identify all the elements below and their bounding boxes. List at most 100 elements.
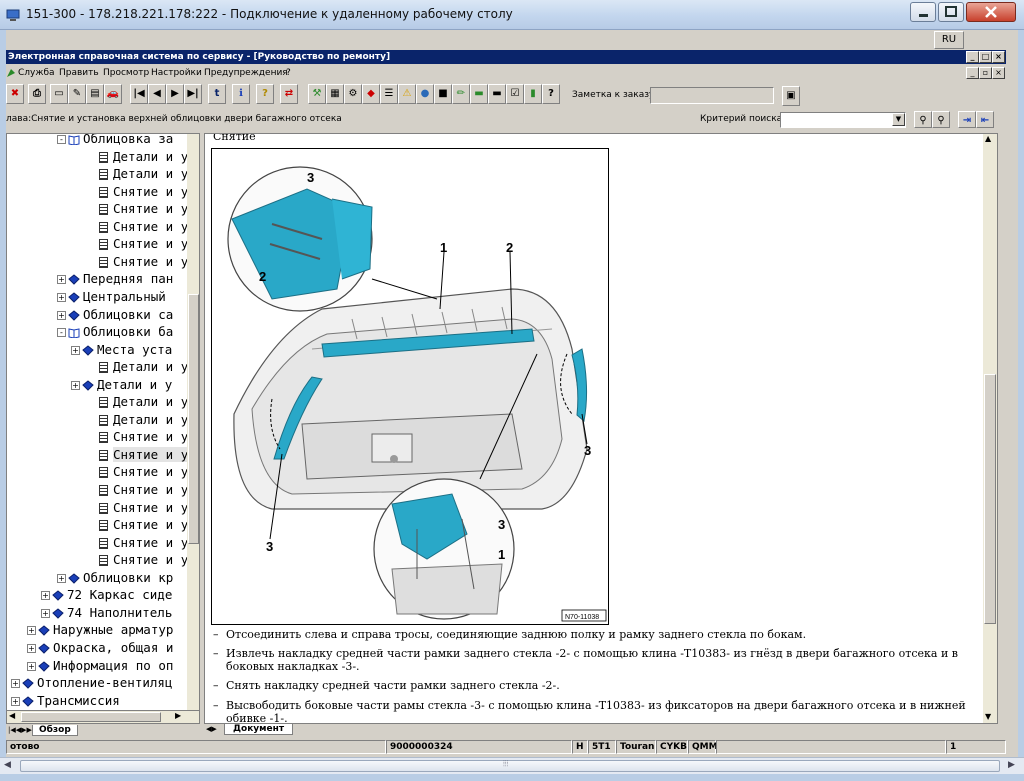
tool-warning-button[interactable]: ⚠ xyxy=(398,84,416,104)
collapse-icon[interactable]: - xyxy=(57,328,66,338)
tree-item[interactable]: Снятие и у xyxy=(99,218,188,235)
app-maximize-button[interactable]: □ xyxy=(979,51,992,63)
menu-settings[interactable]: Настройки xyxy=(151,68,202,78)
tool-car2-button[interactable]: ▬ xyxy=(470,84,488,104)
expand-icon[interactable]: + xyxy=(41,608,50,618)
language-indicator[interactable]: RU xyxy=(934,31,964,49)
scroll-right-icon[interactable]: ▶ xyxy=(175,711,181,720)
tree-item[interactable]: +72 Каркас сиде xyxy=(41,586,172,603)
tab-overview[interactable]: Обзор xyxy=(32,725,78,736)
tree-item[interactable]: + Отопление-вентиляц xyxy=(11,674,172,691)
search-reset-button[interactable]: ⚲ xyxy=(932,111,950,128)
tool-prev-button[interactable]: ◀ xyxy=(148,84,166,104)
rdp-scroll-left-icon[interactable]: ◀ xyxy=(4,760,11,770)
tree-item[interactable]: Снятие и у xyxy=(99,235,188,252)
tool-info-button[interactable]: ℹ xyxy=(232,84,250,104)
tree-item[interactable]: + Места уста xyxy=(71,341,172,358)
expand-icon[interactable]: + xyxy=(11,696,20,706)
rdp-scroll-thumb[interactable]: ⦙⦙⦙ xyxy=(20,759,1000,772)
expand-icon[interactable]: + xyxy=(27,626,36,636)
search-criteria-input[interactable] xyxy=(780,112,906,128)
tree-item[interactable]: + Детали и у xyxy=(71,376,172,393)
tree-item[interactable]: Снятие и у xyxy=(99,200,188,217)
doc-tab-nav-icon[interactable]: ◀▶ xyxy=(206,725,217,733)
doc-close-button[interactable]: × xyxy=(992,67,1005,79)
tool-help-button[interactable]: ? xyxy=(256,84,274,104)
doc-restore-button[interactable]: ▫ xyxy=(979,67,992,79)
tool-back-button[interactable]: t xyxy=(208,84,226,104)
tool-print-button[interactable]: ⎙ xyxy=(28,84,46,104)
tool-check-button[interactable]: ☑ xyxy=(506,84,524,104)
tool-swap-button[interactable]: ⇄ xyxy=(280,84,298,104)
collapse-button[interactable]: ⇤ xyxy=(976,111,994,128)
tree-item[interactable]: Детали и у xyxy=(99,358,188,375)
order-note-input[interactable] xyxy=(650,87,774,104)
tree-item[interactable]: + Центральный xyxy=(57,288,166,305)
document-vertical-scrollbar[interactable]: ▲ ▼ xyxy=(983,134,997,723)
tree-item[interactable]: + Трансмиссия xyxy=(11,692,120,709)
tree-scroll-thumb[interactable] xyxy=(188,294,199,544)
expand-icon[interactable]: + xyxy=(71,380,80,390)
tool-exit-button[interactable]: ✖ xyxy=(6,84,24,104)
tab-document[interactable]: Документ xyxy=(224,724,294,735)
tool-last-button[interactable]: ▶| xyxy=(184,84,202,104)
tree-item[interactable]: + Наружные арматур xyxy=(27,621,173,638)
tree-item[interactable]: Снятие и у xyxy=(99,463,188,480)
tool-car3-button[interactable]: ▬ xyxy=(488,84,506,104)
app-close-button[interactable]: × xyxy=(992,51,1005,63)
tree-vertical-scrollbar[interactable] xyxy=(187,134,199,712)
search-button[interactable]: ⚲ xyxy=(914,111,932,128)
tree-item[interactable]: Детали и у xyxy=(99,148,188,165)
expand-icon[interactable]: + xyxy=(27,643,36,653)
tool-globe-button[interactable]: ● xyxy=(416,84,434,104)
app-minimize-button[interactable]: _ xyxy=(966,51,979,63)
tool-d-button[interactable]: ◆ xyxy=(362,84,380,104)
expand-icon[interactable]: + xyxy=(57,275,66,285)
tree-item[interactable]: - Облицовки ба xyxy=(57,323,173,340)
expand-button[interactable]: ⇥ xyxy=(958,111,976,128)
tree-item[interactable]: Снятие и у xyxy=(99,534,188,551)
tool-a-button[interactable]: ⚒ xyxy=(308,84,326,104)
document-scroll-thumb[interactable] xyxy=(984,374,996,624)
tree-item[interactable]: +74 Наполнитель xyxy=(41,604,172,621)
tool-b-button[interactable]: ▦ xyxy=(326,84,344,104)
app-menu-icon[interactable] xyxy=(6,67,16,79)
collapse-icon[interactable]: - xyxy=(57,135,66,144)
tree-hscroll-thumb[interactable] xyxy=(21,712,161,722)
expand-icon[interactable]: + xyxy=(11,679,20,689)
tree-item[interactable]: + Окраска, общая и xyxy=(27,639,173,656)
rdp-horizontal-scrollbar[interactable]: ◀ ⦙⦙⦙ ▶ xyxy=(0,757,1024,774)
close-button[interactable] xyxy=(966,2,1016,22)
doc-minimize-button[interactable]: _ xyxy=(966,67,979,79)
tool-car-button[interactable]: 🚗 xyxy=(104,84,122,104)
scroll-left-icon[interactable]: ◀ xyxy=(9,711,15,720)
tree-item[interactable]: Снятие и у xyxy=(99,499,188,516)
tool-save-button[interactable]: ■ xyxy=(434,84,452,104)
tool-edit-button[interactable]: ✎ xyxy=(68,84,86,104)
tree-item[interactable]: + Облицовки са xyxy=(57,306,173,323)
menu-service[interactable]: Служба xyxy=(18,68,55,78)
expand-icon[interactable]: + xyxy=(57,310,66,320)
tool-next-button[interactable]: ▶ xyxy=(166,84,184,104)
tree-item[interactable]: Снятие и у xyxy=(99,516,188,533)
tab-nav-left-icon[interactable]: |◀◀▶▶| xyxy=(8,726,34,734)
expand-icon[interactable]: + xyxy=(57,292,66,302)
tree-item[interactable]: - Облицовка за xyxy=(57,134,173,147)
tree-item[interactable]: Детали и у xyxy=(99,411,188,428)
expand-icon[interactable]: + xyxy=(57,573,66,583)
order-note-button[interactable]: ▣ xyxy=(782,86,800,106)
tool-question-button[interactable]: ? xyxy=(542,84,560,104)
menu-warnings[interactable]: Предупреждения xyxy=(204,68,288,78)
tool-new-button[interactable]: ▭ xyxy=(50,84,68,104)
tree-horizontal-scrollbar[interactable]: ◀ ▶ xyxy=(6,710,200,724)
tree-item[interactable]: + Облицовки кр xyxy=(57,569,173,586)
tree-item[interactable]: Снятие и у xyxy=(99,551,188,568)
tree-item[interactable]: Снятие и у xyxy=(99,481,188,498)
tree-item[interactable]: Детали и у xyxy=(99,393,188,410)
expand-icon[interactable]: + xyxy=(41,591,50,601)
tree-item[interactable]: Снятие и у xyxy=(99,428,188,445)
tree-item[interactable]: Снятие и у xyxy=(99,253,188,270)
minimize-button[interactable] xyxy=(910,2,936,22)
tool-c-button[interactable]: ⚙ xyxy=(344,84,362,104)
tree-item[interactable]: Снятие и у xyxy=(99,446,189,463)
